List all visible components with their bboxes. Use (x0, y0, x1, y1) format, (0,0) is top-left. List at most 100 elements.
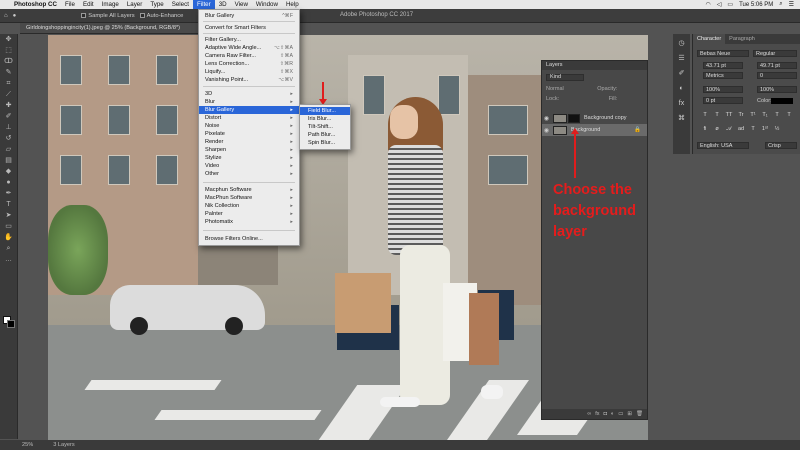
menu-layer[interactable]: Layer (123, 0, 146, 9)
menu-type[interactable]: Type (146, 0, 167, 9)
menu-item-browse-filters-online[interactable]: Browse Filters Online... (199, 235, 299, 243)
properties-panel-icon[interactable]: ☰ (676, 53, 687, 64)
strikethrough-button[interactable]: T (785, 112, 793, 119)
menu-item-distort[interactable]: Distort ▸ (199, 114, 299, 122)
eyedropper-tool-icon[interactable]: ⟋ (2, 90, 16, 100)
new-layer-icon[interactable]: ⊞ (627, 411, 632, 417)
wifi-icon[interactable]: ◠ (706, 1, 711, 8)
submenu-tilt-shift[interactable]: Tilt-Shift... (300, 123, 350, 131)
background-color-swatch[interactable] (7, 320, 15, 328)
faux-italic-button[interactable]: T (713, 112, 721, 119)
menu-item-liquify[interactable]: Liquify... ⇧⌘X (199, 68, 299, 76)
sample-all-layers-option[interactable]: Sample All Layers (81, 13, 135, 19)
tab-paragraph[interactable]: Paragraph (725, 34, 759, 44)
baseline-shift-field[interactable]: 0 pt (703, 97, 743, 104)
stamp-tool-icon[interactable]: ⊥ (2, 123, 16, 133)
text-color-swatch[interactable] (771, 98, 793, 104)
layer-mask-thumbnail[interactable] (568, 113, 580, 123)
path-select-tool-icon[interactable]: ➤ (2, 211, 16, 221)
subscript-button[interactable]: T₁ (761, 112, 769, 119)
menu-3d[interactable]: 3D (215, 0, 231, 9)
healing-tool-icon[interactable]: ✚ (2, 101, 16, 111)
menu-item-palnter[interactable]: Palnter ▸ (199, 210, 299, 218)
layer-row-background[interactable]: ◉ Background 🔒 (542, 124, 647, 136)
history-panel-icon[interactable]: ◷ (676, 38, 687, 49)
gradient-tool-icon[interactable]: ▤ (2, 156, 16, 166)
menu-item-pixelate[interactable]: Pixelate ▸ (199, 130, 299, 138)
more-tools-icon[interactable]: … (2, 255, 16, 265)
superscript-button[interactable]: T¹ (749, 112, 757, 119)
marquee-tool-icon[interactable]: ⬚ (2, 46, 16, 56)
menu-help[interactable]: Help (282, 0, 303, 9)
menu-window[interactable]: Window (252, 0, 282, 9)
menu-edit[interactable]: Edit (79, 0, 98, 9)
lasso-tool-icon[interactable]: ↀ (2, 57, 16, 67)
menu-item-blur-gallery[interactable]: Blur Gallery ▸ (199, 106, 299, 114)
fraction-icon[interactable]: ½ (773, 126, 781, 133)
visibility-eye-icon[interactable]: ◉ (542, 115, 551, 122)
adjustments-panel-icon[interactable]: ◐ (676, 83, 687, 94)
menu-app-name[interactable]: Photoshop CC (10, 0, 61, 9)
menu-item-blur[interactable]: Blur ▸ (199, 98, 299, 106)
leading-field[interactable]: 49.71 pt (757, 62, 797, 69)
auto-enhance-option[interactable]: Auto-Enhance (139, 13, 183, 19)
language-select[interactable]: English: USA (697, 142, 749, 149)
menu-view[interactable]: View (231, 0, 252, 9)
menu-select[interactable]: Select (168, 0, 193, 9)
kerning-field[interactable]: Metrics (703, 72, 743, 79)
volume-icon[interactable]: ◁ (717, 1, 722, 8)
battery-icon[interactable]: ▭ (727, 1, 733, 8)
menu-image[interactable]: Image (98, 0, 123, 9)
kind-filter-select[interactable]: Kind (546, 74, 584, 81)
menu-item-other[interactable]: Other ▸ (199, 170, 299, 178)
zoom-tool-icon[interactable]: ⌕ (2, 244, 16, 254)
quick-select-tool-icon[interactable]: ✎ (2, 68, 16, 78)
all-caps-button[interactable]: TT (725, 112, 733, 119)
submenu-spin-blur[interactable]: Spin Blur... (300, 139, 350, 147)
menu-item-video[interactable]: Video ▸ (199, 162, 299, 170)
menu-item-nik-collection[interactable]: Nik Collection ▸ (199, 202, 299, 210)
move-tool-icon[interactable]: ✥ (2, 35, 16, 45)
tab-character[interactable]: Character (693, 34, 726, 44)
menu-item-lens-correction[interactable]: Lens Correction... ⇧⌘R (199, 60, 299, 68)
menu-item-photomatix[interactable]: Photomatix ▸ (199, 218, 299, 226)
spotlight-icon[interactable]: ⌕ (779, 1, 782, 8)
swash-icon[interactable]: 𝒜 (725, 126, 733, 133)
ordinal-icon[interactable]: 1ˢᵗ (761, 126, 769, 133)
menu-item-sharpen[interactable]: Sharpen ▸ (199, 146, 299, 154)
underline-button[interactable]: T (773, 112, 781, 119)
brush-preset-icon[interactable]: ● (13, 13, 17, 19)
paths-panel-icon[interactable]: ⌘ (676, 113, 687, 124)
menu-item-convert-smart-filters[interactable]: Convert for Smart Filters (199, 24, 299, 32)
stylistic-icon[interactable]: ad (737, 126, 745, 133)
eraser-tool-icon[interactable]: ▱ (2, 145, 16, 155)
clock[interactable]: Tue 5:06 PM (739, 2, 773, 8)
add-mask-icon[interactable]: ◘ (604, 411, 607, 417)
titling-icon[interactable]: T (749, 126, 757, 133)
crop-tool-icon[interactable]: ⌗ (2, 79, 16, 89)
visibility-eye-icon[interactable]: ◉ (542, 127, 551, 134)
delete-layer-icon[interactable]: 🗑 (636, 411, 643, 417)
tracking-field[interactable]: 0 (757, 72, 797, 79)
menu-item-macphun-software-2[interactable]: MacPhun Software ▸ (199, 194, 299, 202)
auto-enhance-checkbox[interactable] (139, 13, 145, 18)
menu-item-3d[interactable]: 3D ▸ (199, 90, 299, 98)
old-style-icon[interactable]: ø (713, 126, 721, 133)
menu-item-vanishing-point[interactable]: Vanishing Point... ⌥⌘V (199, 76, 299, 84)
submenu-field-blur[interactable]: Field Blur... (300, 107, 350, 115)
horizontal-scale-field[interactable]: 100% (757, 86, 797, 93)
ligature-icon[interactable]: fi (701, 126, 709, 133)
menu-file[interactable]: File (61, 0, 79, 9)
small-caps-button[interactable]: Tr (737, 112, 745, 119)
font-family-select[interactable]: Bebas Neue (697, 50, 749, 57)
menu-item-stylize[interactable]: Stylize ▸ (199, 154, 299, 162)
document-tab[interactable]: Girldoingshoppingincity(1).jpeg @ 25% (B… (20, 23, 200, 34)
notification-icon[interactable]: ☰ (789, 1, 794, 8)
menu-item-adaptive-wide-angle[interactable]: Adaptive Wide Angle... ⌥⇧⌘A (199, 44, 299, 52)
menu-item-blur-gallery-last[interactable]: Blur Gallery ^⌘F (199, 12, 299, 20)
submenu-iris-blur[interactable]: Iris Blur... (300, 115, 350, 123)
adjustment-layer-icon[interactable]: ◐ (611, 411, 614, 417)
font-style-select[interactable]: Regular (753, 50, 797, 57)
brush-panel-icon[interactable]: ✐ (676, 68, 687, 79)
menu-item-macphun-software[interactable]: Macphun Software ▸ (199, 186, 299, 194)
